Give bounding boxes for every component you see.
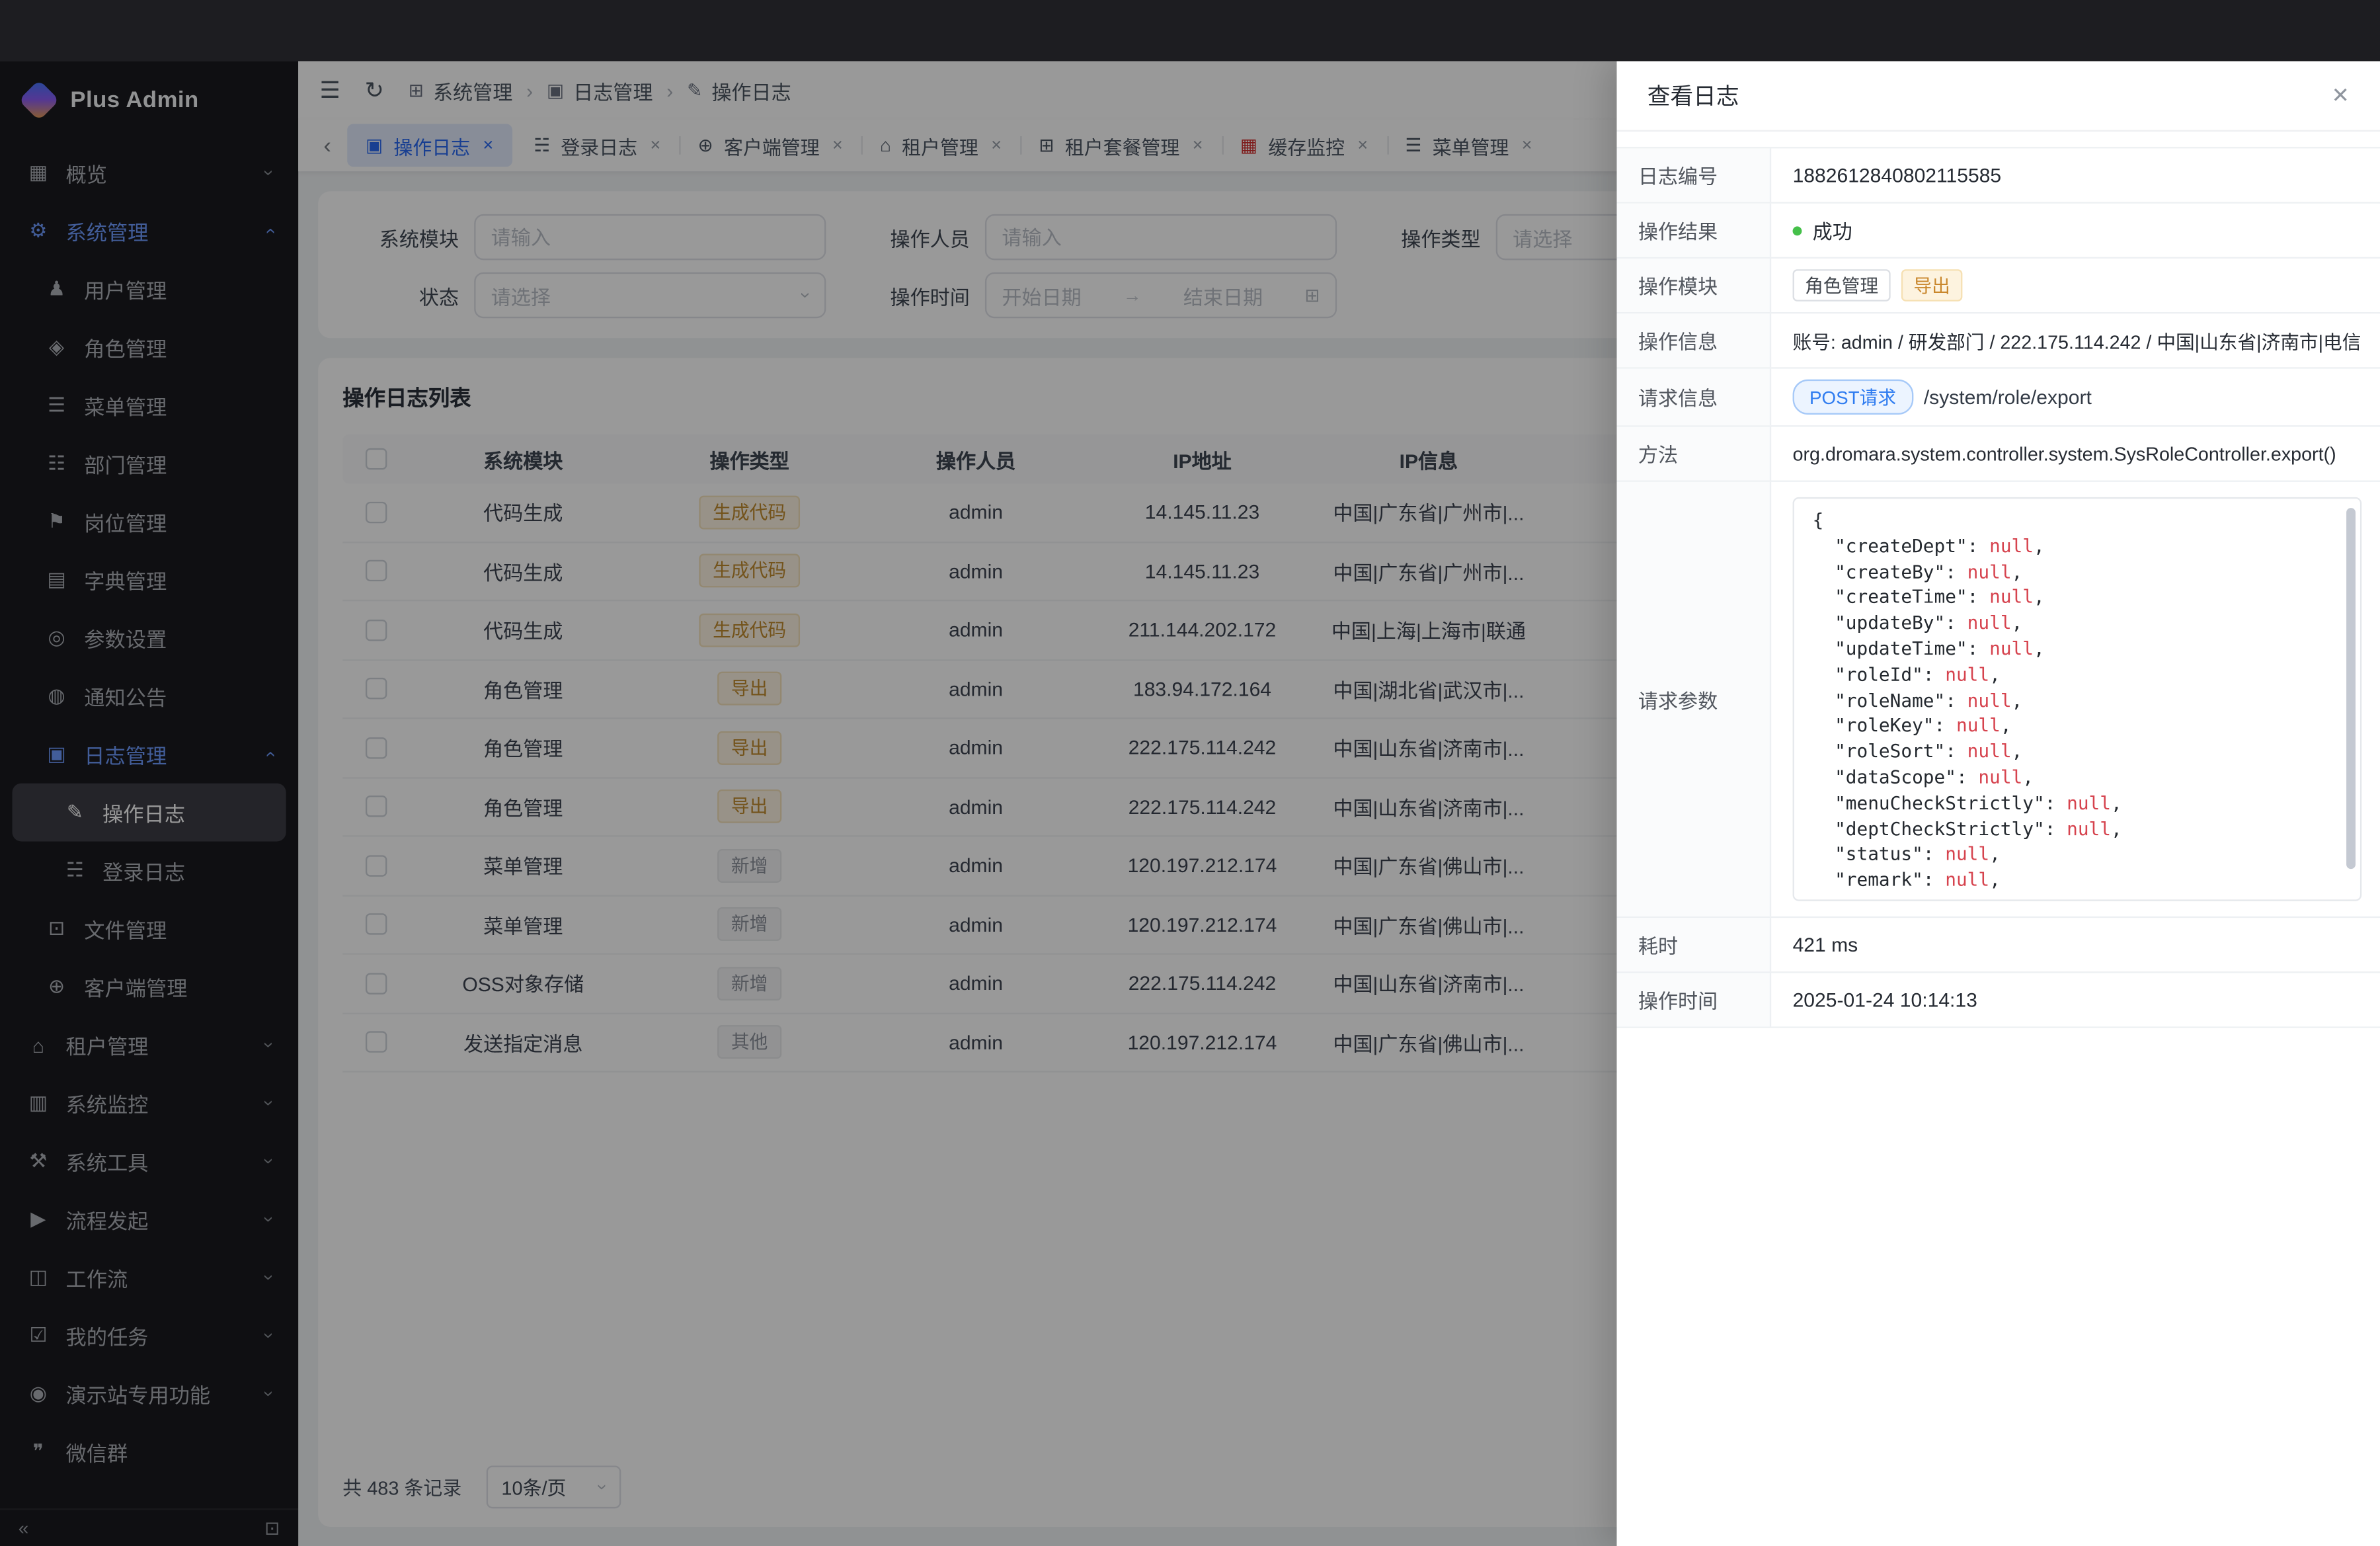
json-null-value: null	[1967, 689, 2012, 710]
drawer-body: 日志编号 1882612840802115585 操作结果 成功 操作模块	[1617, 132, 2380, 1546]
detail-row-module: 操作模块 角色管理 导出	[1617, 259, 2380, 313]
app: Plus Admin ▦概览›⚙系统管理›♟用户管理◈角色管理☰菜单管理☷部门管…	[0, 61, 2380, 1546]
json-line: "updateBy": null,	[1813, 611, 2330, 637]
json-null-value: null	[1945, 844, 1989, 865]
log-id-value: 1882612840802115585	[1770, 148, 2380, 202]
json-line: "remark": null,	[1813, 868, 2330, 893]
screen: Plus Admin ▦概览›⚙系统管理›♟用户管理◈角色管理☰菜单管理☷部门管…	[0, 0, 2380, 1546]
code-scrollbar[interactable]	[2346, 508, 2356, 869]
log-id-label: 日志编号	[1617, 148, 1770, 202]
json-key: "dataScope"	[1813, 766, 1956, 788]
drawer-title: 查看日志	[1647, 79, 1739, 112]
info-label: 操作信息	[1617, 313, 1770, 367]
detail-row-method: 方法 org.dromara.system.controller.system.…	[1617, 427, 2380, 482]
json-line: "deptCheckStrictly": null,	[1813, 816, 2330, 842]
json-line: "menuCheckStrictly": null,	[1813, 791, 2330, 817]
json-null-value: null	[2067, 792, 2111, 813]
json-key: "roleName"	[1813, 689, 1946, 710]
close-icon[interactable]: ✕	[2332, 83, 2350, 108]
json-content: { "createDept": null, "createBy": null, …	[1813, 508, 2330, 893]
json-key: "menuCheckStrictly"	[1813, 792, 2045, 813]
json-key: "roleId"	[1813, 664, 1923, 685]
cost-label: 耗时	[1617, 918, 1770, 971]
json-key: "deptCheckStrictly"	[1813, 818, 2045, 839]
json-line: "status": null,	[1813, 842, 2330, 868]
module-tag: 角色管理	[1793, 269, 1891, 302]
json-key: "roleKey"	[1813, 715, 1934, 736]
detail-row-request: 请求信息 POST请求 /system/role/export	[1617, 369, 2380, 427]
request-label: 请求信息	[1617, 369, 1770, 426]
detail-row-params: 请求参数 { "createDept": null, "createBy": n…	[1617, 482, 2380, 918]
json-line: "roleId": null,	[1813, 662, 2330, 688]
result-label: 操作结果	[1617, 204, 1770, 257]
json-null-value: null	[1989, 587, 2034, 608]
json-null-value: null	[1967, 561, 2012, 582]
result-text: 成功	[1813, 216, 1852, 245]
detail-row-time: 操作时间 2025-01-24 10:14:13	[1617, 973, 2380, 1028]
view-log-drawer: 查看日志 ✕ 日志编号 1882612840802115585 操作结果	[1617, 61, 2380, 1546]
detail-row-log-id: 日志编号 1882612840802115585	[1617, 148, 2380, 203]
json-key: "createTime"	[1813, 587, 1967, 608]
json-null-value: null	[1956, 715, 2001, 736]
request-value: POST请求 /system/role/export	[1770, 369, 2380, 426]
json-line: "roleKey": null,	[1813, 713, 2330, 739]
time-label: 操作时间	[1617, 973, 1770, 1026]
json-null-value: null	[1989, 535, 2034, 556]
detail-row-cost: 耗时 421 ms	[1617, 918, 2380, 973]
browser-chrome-bar	[0, 0, 2380, 61]
json-null-value: null	[1967, 741, 2012, 762]
time-value: 2025-01-24 10:14:13	[1770, 973, 2380, 1026]
params-value: { "createDept": null, "createBy": null, …	[1770, 482, 2380, 916]
json-line: "createBy": null,	[1813, 559, 2330, 585]
params-label: 请求参数	[1617, 482, 1770, 916]
json-null-value: null	[2067, 818, 2111, 839]
result-value: 成功	[1770, 204, 2380, 257]
json-key: "createBy"	[1813, 561, 1946, 582]
json-line: "roleName": null,	[1813, 688, 2330, 713]
detail-row-result: 操作结果 成功	[1617, 204, 2380, 259]
json-key: "updateBy"	[1813, 612, 1946, 633]
json-null-value: null	[1967, 612, 2012, 633]
json-null-value: null	[1989, 638, 2034, 659]
detail-row-info: 操作信息 账号: admin / 研发部门 / 222.175.114.242 …	[1617, 313, 2380, 368]
log-details-table: 日志编号 1882612840802115585 操作结果 成功 操作模块	[1617, 147, 2380, 1028]
json-line: "updateTime": null,	[1813, 636, 2330, 662]
cost-value: 421 ms	[1770, 918, 2380, 971]
json-null-value: null	[1945, 664, 1989, 685]
json-null-value: null	[1945, 870, 1989, 891]
json-key: "createDept"	[1813, 535, 1967, 556]
json-line: "dataScope": null,	[1813, 765, 2330, 791]
screenshot-root: Plus Admin ▦概览›⚙系统管理›♟用户管理◈角色管理☰菜单管理☷部门管…	[0, 0, 2380, 1546]
module-value: 角色管理 导出	[1770, 259, 2380, 312]
post-method-tag: POST请求	[1793, 380, 1913, 415]
json-line: {	[1813, 508, 2330, 534]
json-key: "status"	[1813, 844, 1923, 865]
drawer-header: 查看日志 ✕	[1617, 61, 2380, 132]
success-status-dot-icon	[1793, 225, 1802, 235]
method-label: 方法	[1617, 427, 1770, 481]
json-line: "roleSort": null,	[1813, 739, 2330, 765]
method-value: org.dromara.system.controller.system.Sys…	[1770, 427, 2380, 481]
request-url: /system/role/export	[1924, 386, 2092, 409]
operation-type-tag: 导出	[1901, 269, 1963, 302]
json-line: "createTime": null,	[1813, 585, 2330, 611]
json-key: "updateTime"	[1813, 638, 1967, 659]
info-value: 账号: admin / 研发部门 / 222.175.114.242 / 中国|…	[1770, 313, 2380, 367]
module-label: 操作模块	[1617, 259, 1770, 312]
json-line: "createDept": null,	[1813, 534, 2330, 559]
request-params-code-block[interactable]: { "createDept": null, "createBy": null, …	[1793, 497, 2362, 901]
json-null-value: null	[1978, 766, 2022, 788]
json-key: "roleSort"	[1813, 741, 1946, 762]
json-key: "remark"	[1813, 870, 1923, 891]
